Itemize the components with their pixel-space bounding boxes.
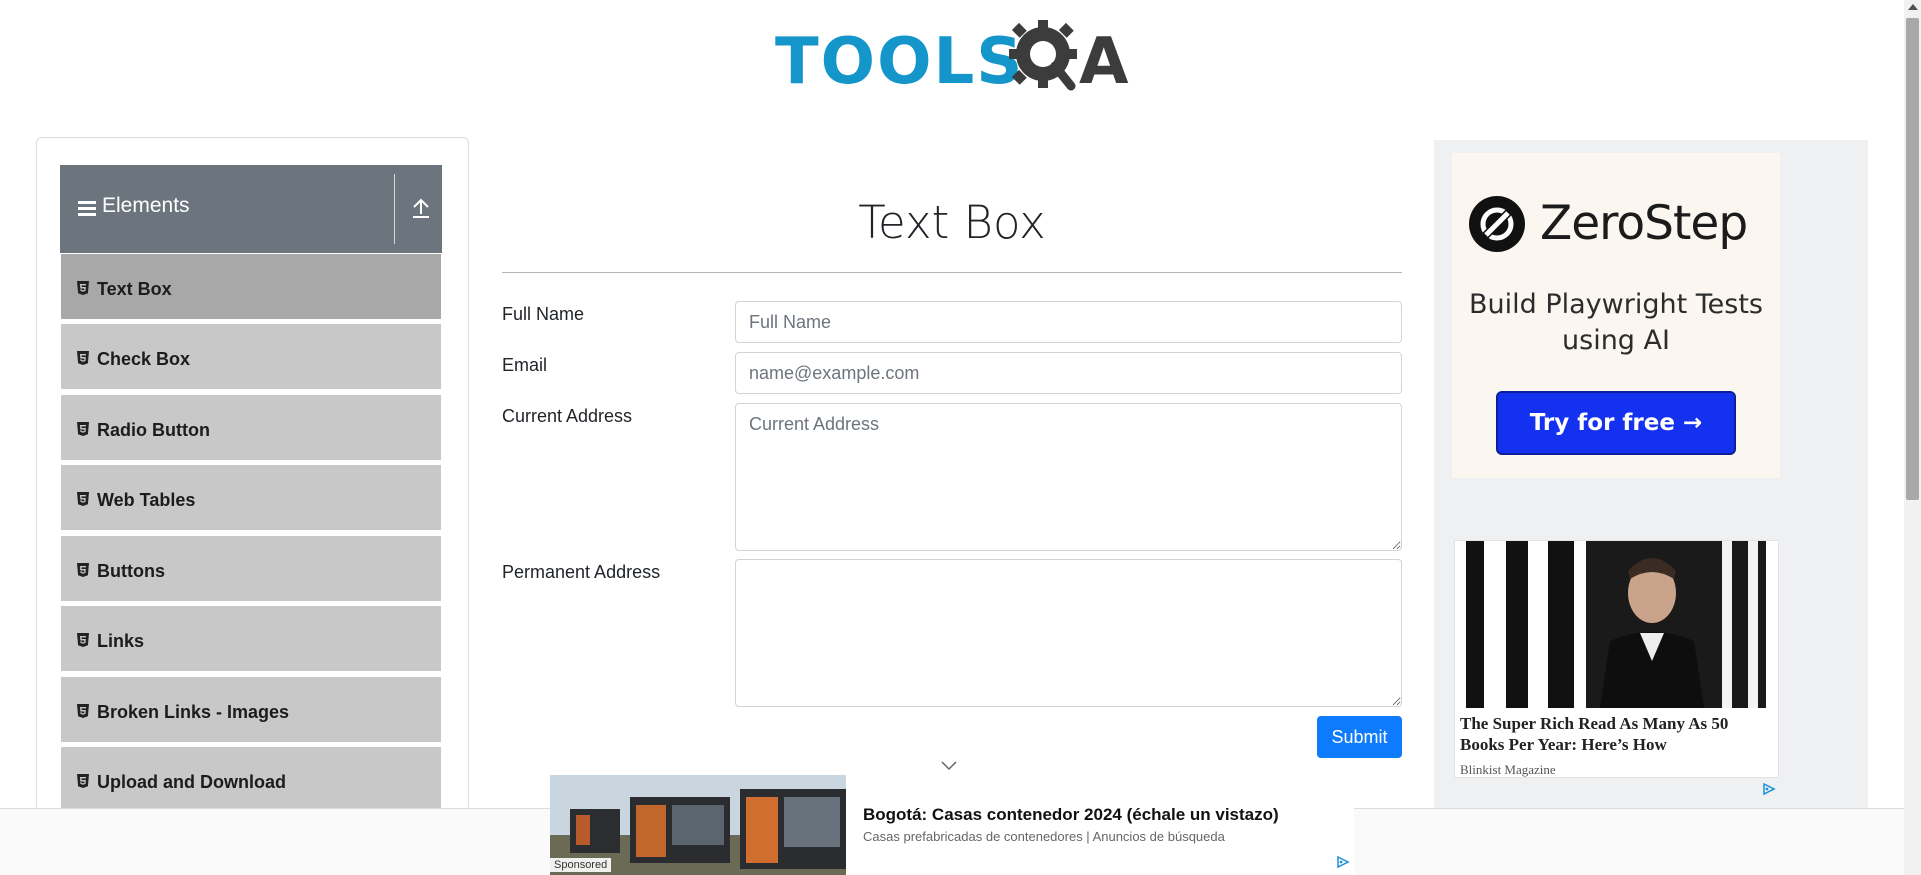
sidebar-item-label: Radio Button — [97, 420, 210, 440]
sponsored-label: Sponsored — [550, 858, 612, 872]
sidebar-item-buttons[interactable]: Buttons — [61, 536, 441, 604]
permanent-address-textarea[interactable] — [735, 559, 1402, 707]
html5-icon — [77, 492, 89, 506]
sidebar-group-title: Elements — [102, 194, 190, 217]
html5-icon — [77, 351, 89, 365]
html5-icon — [77, 281, 89, 295]
sidebar-item-upload-download[interactable]: Upload and Download — [61, 747, 441, 815]
sidebar-item-web-tables[interactable]: Web Tables — [61, 465, 441, 533]
sidebar-item-label: Links — [97, 631, 145, 651]
sidebar-item-label: Broken Links - Images — [97, 702, 290, 722]
chevron-down-icon[interactable] — [940, 760, 958, 772]
sidebar-item-label: Buttons — [97, 561, 165, 581]
zerostep-tagline: Build Playwright Tests using AI — [1468, 289, 1763, 356]
zerostep-logo-icon — [1469, 196, 1525, 252]
sidebar-item-label: Text Box — [97, 279, 172, 299]
sidebar-item-check-box[interactable]: Check Box — [61, 324, 441, 392]
logo-text-a: A — [1079, 25, 1129, 99]
submit-button[interactable]: Submit — [1317, 716, 1402, 758]
menu-hamburger-icon — [78, 201, 96, 219]
scroll-up-arrow-icon[interactable] — [1908, 3, 1918, 11]
email-label: Email — [502, 355, 548, 375]
sidebar-item-label: Check Box — [97, 349, 191, 369]
permanent-address-label: Permanent Address — [502, 562, 661, 582]
sidebar-item-label: Web Tables — [97, 490, 196, 510]
sidebar-item-broken-links[interactable]: Broken Links - Images — [61, 677, 441, 745]
html5-icon — [77, 422, 89, 436]
sidebar-item-text-box[interactable]: Text Box — [61, 254, 441, 322]
sidebar-item-radio-button[interactable]: Radio Button — [61, 395, 441, 463]
full-name-label: Full Name — [502, 304, 585, 324]
scrollbar-thumb[interactable] — [1906, 18, 1919, 500]
article-source: Blinkist Magazine — [1460, 762, 1556, 777]
full-name-input[interactable] — [735, 301, 1402, 343]
email-input[interactable] — [735, 352, 1402, 394]
html5-icon — [77, 704, 89, 718]
article-image — [1460, 541, 1772, 708]
ad-choices-icon[interactable] — [1336, 855, 1350, 869]
logo-text-tools: TOOLS — [775, 25, 1025, 99]
sidebar-item-label: Upload and Download — [97, 772, 286, 792]
bottom-ad-subtitle: Casas prefabricadas de contenedores | An… — [863, 829, 1225, 844]
page-title: Text Box — [858, 196, 1046, 249]
article-title[interactable]: The Super Rich Read As Many As 50 Books … — [1460, 713, 1772, 755]
html5-icon — [77, 774, 89, 788]
title-divider — [502, 272, 1402, 273]
current-address-label: Current Address — [502, 406, 633, 426]
collapse-upload-icon[interactable] — [410, 195, 432, 221]
current-address-textarea[interactable] — [735, 403, 1402, 551]
html5-icon — [77, 633, 89, 647]
header-divider — [394, 174, 395, 244]
sidebar-group-elements[interactable]: Elements — [60, 165, 442, 253]
try-for-free-button[interactable]: Try for free → — [1496, 391, 1736, 455]
ad-choices-icon[interactable] — [1762, 782, 1776, 796]
bottom-ad-title[interactable]: Bogotá: Casas contenedor 2024 (échale un… — [863, 804, 1279, 826]
zerostep-brand: ZeroStep — [1540, 196, 1748, 251]
gear-magnifier-icon — [1009, 20, 1077, 91]
html5-icon — [77, 563, 89, 577]
sidebar-item-links[interactable]: Links — [61, 606, 441, 674]
toolsqa-logo[interactable]: TOOLS A — [775, 16, 1131, 100]
